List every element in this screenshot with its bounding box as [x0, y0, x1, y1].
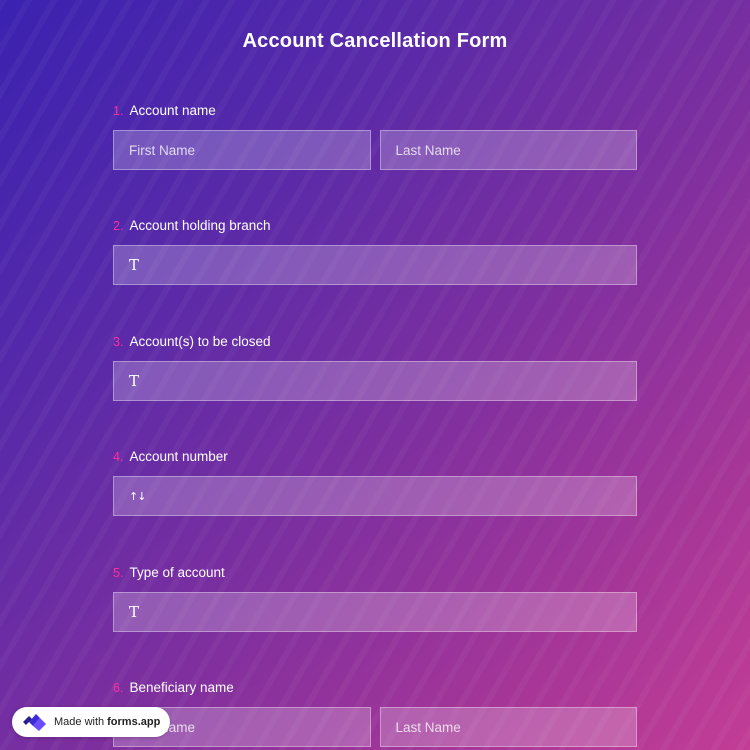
question-number: 6.: [113, 681, 124, 695]
question-label: 3. Account(s) to be closed: [113, 333, 637, 351]
account-number-input[interactable]: ↑↓: [113, 476, 637, 516]
question-text: Account(s) to be closed: [129, 334, 271, 349]
text-icon: T: [129, 603, 140, 621]
question-type-of-account: 5. Type of account T: [113, 564, 637, 632]
question-label: 4. Account number: [113, 448, 637, 466]
beneficiary-last-name-input[interactable]: Last Name: [379, 707, 637, 747]
text-icon: T: [129, 256, 140, 274]
question-label: 1. Account name: [113, 102, 637, 120]
made-with-forms-app-badge[interactable]: Made with forms.app: [12, 707, 170, 737]
text-icon: T: [129, 372, 140, 390]
question-account-number: 4. Account number ↑↓: [113, 448, 637, 516]
question-label: 2. Account holding branch: [113, 217, 637, 235]
question-beneficiary-name: 6.Beneficiary name First Name Last Name: [113, 679, 637, 747]
question-number: 1.: [113, 104, 124, 118]
question-text: Account holding branch: [129, 218, 271, 233]
number-icon: ↑↓: [129, 489, 146, 503]
question-account-holding-branch: 2. Account holding branch T: [113, 217, 637, 285]
question-number: 4.: [113, 450, 124, 464]
question-label: 5. Type of account: [113, 564, 637, 582]
last-name-placeholder: Last Name: [395, 719, 461, 735]
last-name-input[interactable]: Last Name: [379, 130, 637, 170]
badge-prefix: Made with: [54, 716, 105, 728]
question-label: 6. Beneficiary name: [113, 679, 637, 697]
account-holding-branch-input[interactable]: T: [113, 245, 637, 285]
accounts-to-be-closed-input[interactable]: T: [113, 361, 637, 401]
form-title: Account Cancellation Form: [242, 30, 508, 52]
question-text: Type of account: [129, 565, 225, 580]
first-name-placeholder: First Name: [129, 142, 196, 158]
last-name-placeholder: Last Name: [395, 142, 461, 158]
question-text: Account number: [129, 449, 228, 464]
badge-brand: forms.app: [107, 716, 161, 728]
question-text: Beneficiary name: [129, 680, 234, 695]
first-name-input[interactable]: First Name: [113, 130, 371, 170]
type-of-account-input[interactable]: T: [113, 592, 637, 632]
question-accounts-to-be-closed: 3. Account(s) to be closed T: [113, 333, 637, 401]
question-text: Account name: [129, 103, 216, 118]
question-number: 2.: [113, 219, 124, 233]
question-number: 5.: [113, 566, 124, 580]
forms-app-logo-icon: [23, 714, 46, 731]
question-number: 3.: [113, 335, 124, 349]
question-account-name: 1. Account name First Name Last Name: [113, 102, 637, 170]
